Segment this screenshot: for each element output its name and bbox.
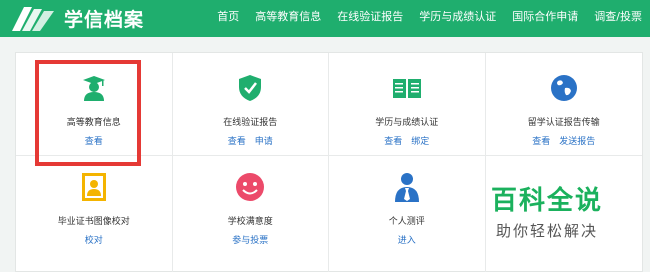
person-tie-icon <box>392 172 422 202</box>
watermark-main: 百科全说 <box>490 186 603 216</box>
view-link[interactable]: 查看 <box>85 134 103 147</box>
tile-label: 学历与成绩认证 <box>375 118 439 128</box>
vote-link[interactable]: 参与投票 <box>232 233 268 246</box>
tile-higher-education-info[interactable]: 高等教育信息 查看 <box>16 53 173 156</box>
tile-degree-grade-certification[interactable]: 学历与成绩认证 查看 绑定 <box>329 53 486 156</box>
smiley-icon <box>235 172 265 202</box>
tile-label: 留学认证报告传输 <box>527 118 600 128</box>
logo-text: 学信档案 <box>64 8 145 31</box>
view-link[interactable]: 查看 <box>532 134 550 147</box>
nav-higher-education-info[interactable]: 高等教育信息 <box>255 8 321 24</box>
tile-label: 毕业证书图像校对 <box>57 217 130 227</box>
tile-label: 在线验证报告 <box>223 118 278 128</box>
apply-link[interactable]: 申请 <box>255 134 273 147</box>
tile-school-satisfaction[interactable]: 学校满意度 参与投票 <box>173 156 329 272</box>
bind-link[interactable]: 绑定 <box>411 134 429 147</box>
top-header: 学信档案 首页 高等教育信息 在线验证报告 学历与成绩认证 国际合作申请 调查/… <box>0 0 650 37</box>
tile-online-verification-report[interactable]: 在线验证报告 查看 申请 <box>172 53 329 156</box>
logo-icon <box>12 7 54 31</box>
tile-study-abroad-report-transfer[interactable]: 留学认证报告传输 查看 发送报告 <box>485 53 642 156</box>
view-link[interactable]: 查看 <box>384 134 402 147</box>
nav-survey-vote[interactable]: 调查/投票 <box>594 8 642 24</box>
tile-label: 个人测评 <box>388 217 425 227</box>
main-nav: 首页 高等教育信息 在线验证报告 学历与成绩认证 国际合作申请 调查/投票 <box>201 0 642 32</box>
nav-home[interactable]: 首页 <box>217 8 239 24</box>
tile-diploma-image-check[interactable]: 毕业证书图像校对 校对 <box>16 156 173 272</box>
id-photo-icon <box>79 172 109 202</box>
proofread-link[interactable]: 校对 <box>85 233 103 246</box>
tile-label: 高等教育信息 <box>66 118 121 128</box>
nav-online-verification-report[interactable]: 在线验证报告 <box>337 8 403 24</box>
globe-icon <box>549 73 579 103</box>
watermark-sub: 助你轻松解决 <box>495 222 598 240</box>
nav-international-cooperation[interactable]: 国际合作申请 <box>512 8 578 24</box>
tile-personal-assessment[interactable]: 个人测评 进入 <box>329 156 486 272</box>
nav-degree-grade-certification[interactable]: 学历与成绩认证 <box>419 8 496 24</box>
shield-check-icon <box>235 73 265 103</box>
send-report-link[interactable]: 发送报告 <box>559 134 595 147</box>
logo[interactable]: 学信档案 <box>10 2 144 34</box>
open-book-icon <box>392 73 422 103</box>
tile-label: 学校满意度 <box>227 217 273 227</box>
view-link[interactable]: 查看 <box>228 134 246 147</box>
enter-link[interactable]: 进入 <box>398 233 416 246</box>
graduate-icon <box>79 73 109 103</box>
watermark: 百科全说 助你轻松解决 <box>482 186 612 241</box>
